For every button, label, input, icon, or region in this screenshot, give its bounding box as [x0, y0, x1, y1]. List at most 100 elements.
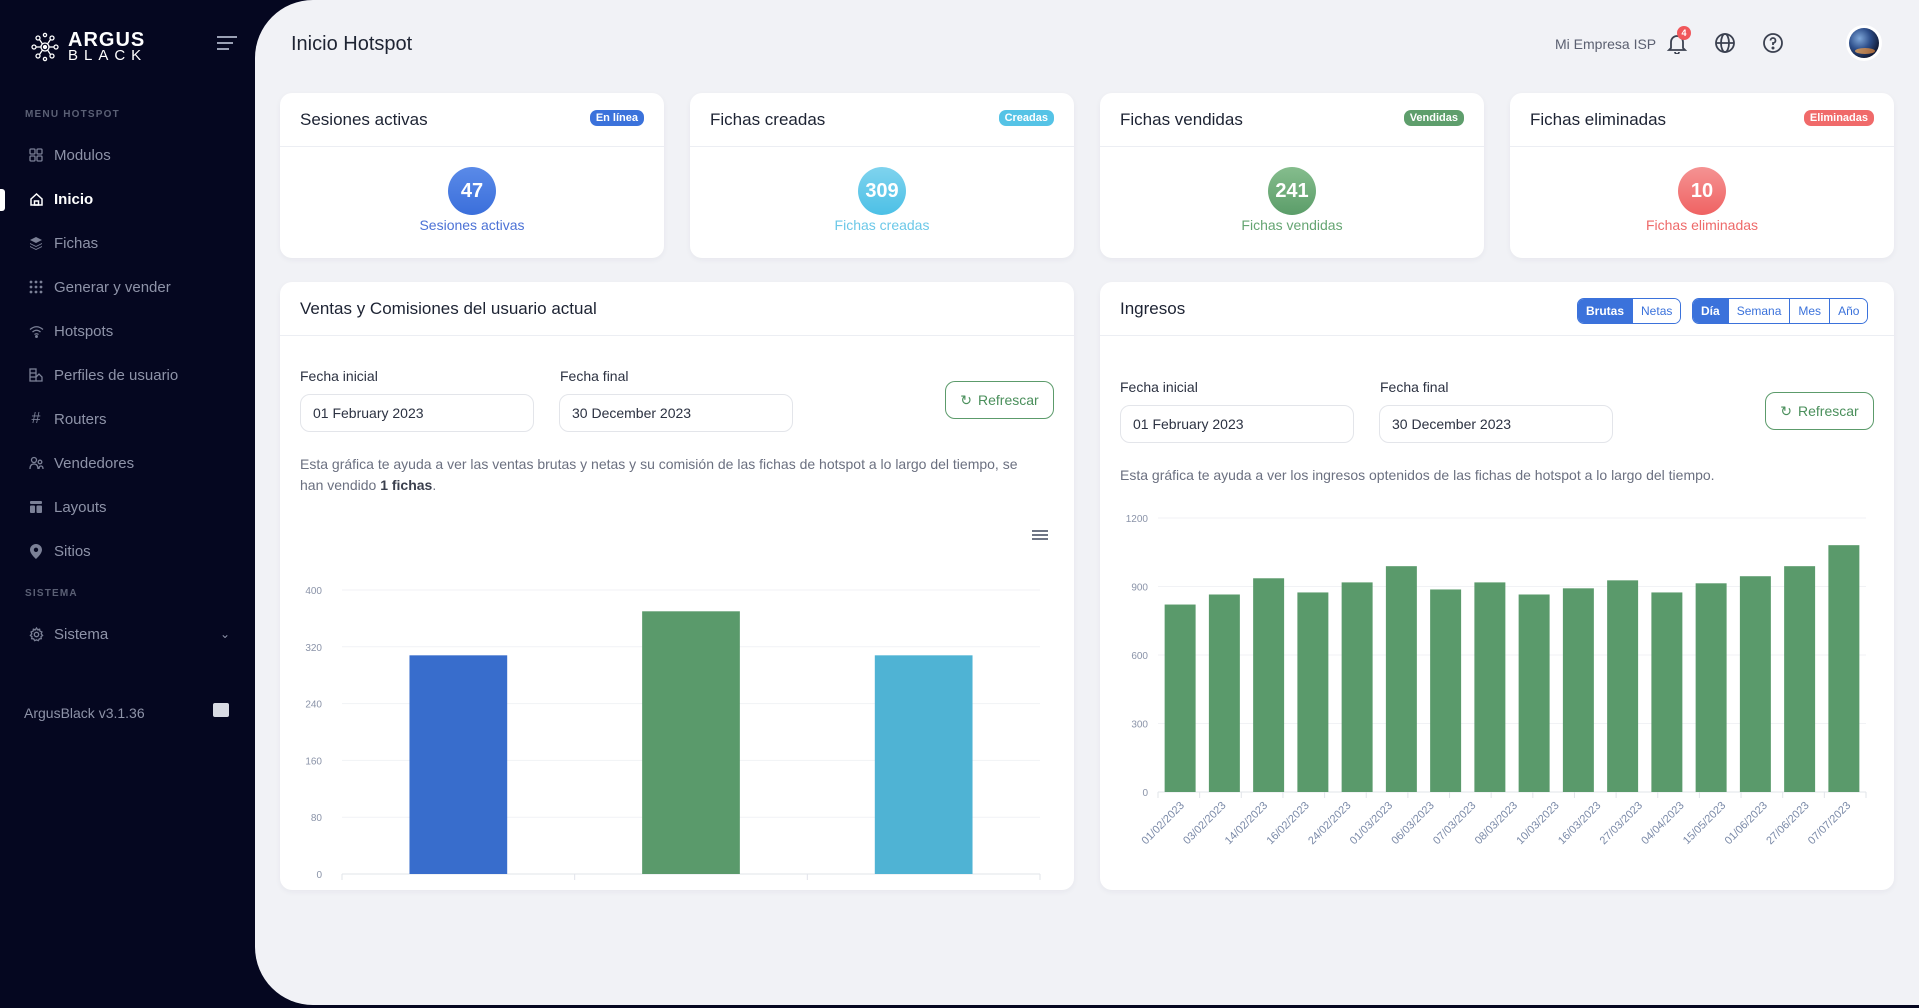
bar-08/03/2023[interactable] [1518, 594, 1550, 792]
sidebar-item-hotspots[interactable]: Hotspots [0, 313, 255, 349]
chart-description: Esta gráfica te ayuda a ver los ingresos… [1120, 467, 1715, 483]
sidebar-item-label: Routers [54, 410, 107, 428]
y-tick-label: 0 [316, 870, 322, 881]
bar-ventas-netas[interactable] [874, 655, 973, 874]
toggle-semana[interactable]: Semana [1727, 299, 1790, 323]
toggle-netas[interactable]: Netas [1632, 299, 1681, 323]
stat-card-fichas-creadas: Fichas creadas Creadas 309 Fichas creada… [690, 93, 1074, 258]
end-date-input[interactable]: 30 December 2023 [559, 394, 793, 432]
sidebar-item-generar-y-vender[interactable]: Generar y vender [0, 269, 255, 305]
x-tick-label: 04/04/2023 [1639, 800, 1686, 847]
sidebar-item-fichas[interactable]: Fichas [0, 225, 255, 261]
bar-15/05/2023[interactable] [1739, 576, 1771, 792]
bar-03/02/2023[interactable] [1208, 594, 1240, 792]
sidebar-item-label: Sistema [54, 625, 109, 643]
x-tick-label: 06/03/2023 [1389, 800, 1436, 847]
company-name[interactable]: Mi Empresa ISP [1555, 36, 1656, 52]
wifi-icon [28, 323, 44, 339]
start-date-input[interactable]: 01 February 2023 [300, 394, 534, 432]
x-tick-label: 14/02/2023 [1223, 800, 1270, 847]
sidebar-item-sistema[interactable]: Sistema ⌄ [0, 616, 255, 652]
app-version: ArgusBlack v3.1.36 [24, 705, 145, 721]
brand-logo[interactable]: ARGUS BLACK [28, 30, 147, 63]
status-badge: Creadas [998, 110, 1054, 126]
brand-subname: BLACK [68, 47, 148, 64]
chart-description: Esta gráfica te ayuda a ver las ventas b… [300, 456, 1018, 493]
bar-16/03/2023[interactable] [1607, 580, 1639, 792]
bar-27/03/2023[interactable] [1651, 592, 1683, 792]
start-date-input[interactable]: 01 February 2023 [1120, 405, 1354, 443]
toggle-brutas[interactable]: Brutas [1578, 299, 1633, 323]
map-pin-icon [28, 543, 44, 559]
layers-icon [28, 235, 44, 251]
sidebar-item-routers[interactable]: # Routers [0, 401, 255, 437]
toggle-mes[interactable]: Mes [1789, 299, 1830, 323]
sidebar-item-label: Vendedores [54, 454, 135, 472]
period-toggle: Día Semana Mes Año [1692, 298, 1869, 324]
bar-24/02/2023[interactable] [1341, 582, 1373, 792]
bar-27/06/2023[interactable] [1828, 545, 1860, 792]
stat-card-fichas-vendidas: Fichas vendidas Vendidas 241 Fichas vend… [1100, 93, 1484, 258]
bar-04/04/2023[interactable] [1695, 583, 1727, 792]
refresh-button[interactable]: ↻ Refrescar [945, 381, 1054, 419]
bar-01/02/2023[interactable] [1164, 604, 1196, 792]
y-tick-label: 0 [1142, 788, 1148, 799]
y-tick-label: 1200 [1126, 514, 1149, 525]
end-date-input[interactable]: 30 December 2023 [1379, 405, 1613, 443]
toggle-dia[interactable]: Día [1693, 299, 1728, 323]
bar-01/06/2023[interactable] [1784, 566, 1816, 792]
refresh-icon: ↻ [960, 391, 973, 408]
menu-toggle-button[interactable] [217, 36, 237, 52]
x-tick-label: 01/03/2023 [1348, 800, 1395, 847]
sidebar-item-label: Modulos [54, 146, 111, 164]
help-button[interactable] [1762, 32, 1788, 58]
home-icon [28, 191, 44, 207]
stat-title: Fichas eliminadas [1530, 109, 1667, 129]
users-icon [28, 455, 44, 471]
sales-commissions-panel: Ventas y Comisiones del usuario actual F… [280, 282, 1074, 890]
y-tick-label: 400 [305, 586, 322, 597]
notifications-button[interactable]: 4 [1666, 26, 1692, 58]
sidebar-item-layouts[interactable]: Layouts [0, 489, 255, 525]
user-avatar[interactable] [1849, 28, 1879, 58]
bar-comisiones[interactable] [409, 655, 508, 874]
sidebar-item-sitios[interactable]: Sitios [0, 533, 255, 569]
refresh-button[interactable]: ↻ Refrescar [1765, 392, 1874, 430]
bar-ventas-brutas[interactable] [642, 611, 740, 874]
income-panel: Ingresos Brutas Netas Día Semana Mes Año… [1100, 282, 1894, 890]
main-content: Inicio Hotspot Mi Empresa ISP 4 Sesiones… [255, 0, 1919, 1005]
sidebar-item-label: Sitios [54, 542, 91, 560]
toggle-ano[interactable]: Año [1829, 299, 1868, 323]
bar-16/02/2023[interactable] [1297, 592, 1329, 792]
bar-07/03/2023[interactable] [1474, 582, 1506, 792]
language-button[interactable] [1714, 32, 1740, 58]
x-tick-label: 01/02/2023 [1140, 800, 1187, 847]
grid-icon [28, 147, 44, 163]
stat-value: 241 [1268, 167, 1316, 215]
stat-value: 10 [1678, 167, 1726, 215]
profile-icon [28, 367, 44, 383]
bar-06/03/2023[interactable] [1430, 589, 1462, 792]
x-tick-label: 24/02/2023 [1306, 800, 1353, 847]
y-tick-label: 900 [1131, 583, 1148, 594]
top-bar-actions: Mi Empresa ISP 4 [1519, 26, 1919, 62]
sidebar-item-vendedores[interactable]: Vendedores [0, 445, 255, 481]
refresh-label: Refrescar [978, 392, 1039, 408]
sidebar-item-perfiles-de-usuario[interactable]: Perfiles de usuario [0, 357, 255, 393]
keyboard-icon[interactable] [213, 703, 229, 717]
bar-01/03/2023[interactable] [1385, 566, 1417, 792]
refresh-icon: ↻ [1780, 402, 1793, 419]
sidebar-item-label: Fichas [54, 234, 99, 252]
bar-10/03/2023[interactable] [1562, 588, 1594, 792]
panel-title: Ingresos [1120, 298, 1186, 318]
stat-label: Fichas eliminadas [1645, 217, 1759, 233]
stat-card-fichas-eliminadas: Fichas eliminadas Eliminadas 10 Fichas e… [1510, 93, 1894, 258]
sidebar-item-inicio[interactable]: Inicio [0, 181, 255, 217]
bar-14/02/2023[interactable] [1253, 578, 1285, 792]
y-tick-label: 320 [305, 643, 322, 654]
y-tick-label: 600 [1131, 651, 1148, 662]
sidebar-item-modulos[interactable]: Modulos [0, 137, 255, 173]
income-type-toggle: Brutas Netas [1577, 298, 1682, 324]
y-tick-label: 160 [305, 756, 322, 767]
y-tick-label: 240 [305, 700, 322, 711]
